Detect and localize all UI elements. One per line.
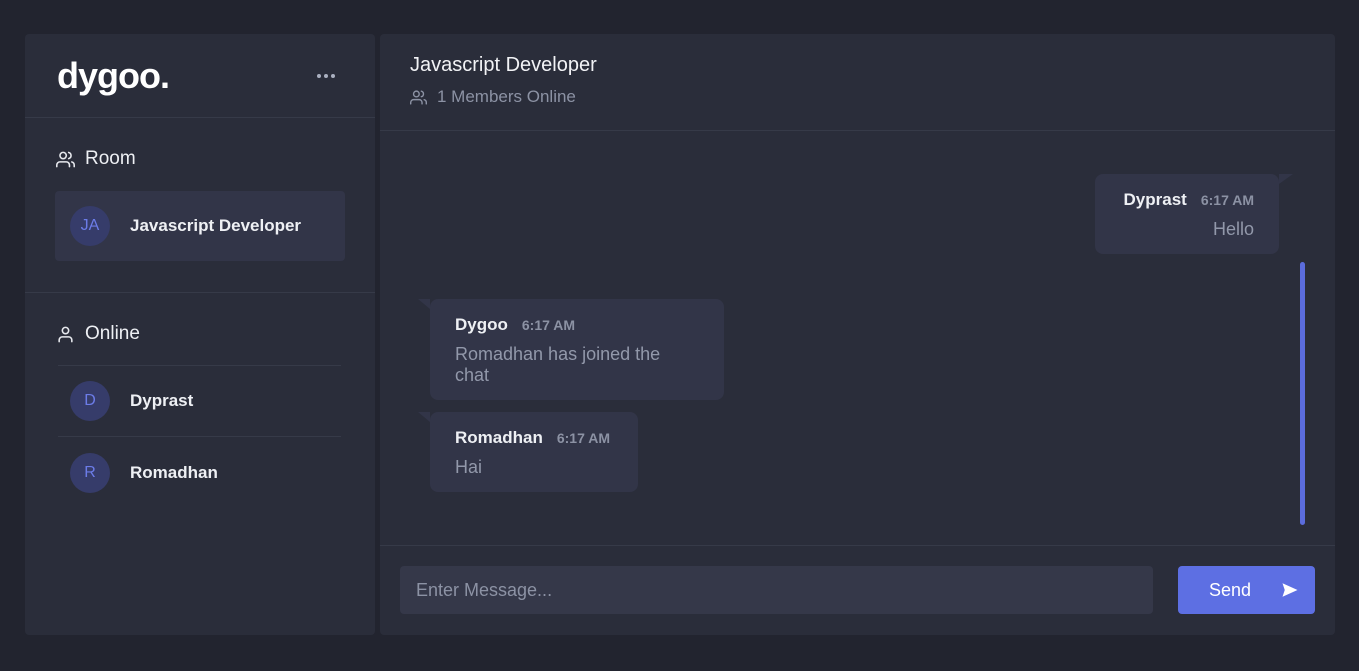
user-item-romadhan[interactable]: R Romadhan xyxy=(58,437,341,508)
scrollbar[interactable] xyxy=(1300,262,1305,525)
send-icon xyxy=(1282,583,1298,597)
room-item-javascript-developer[interactable]: JA Javascript Developer xyxy=(55,191,345,261)
user-name: Dyprast xyxy=(130,391,194,410)
message-text: Romadhan has joined the chat xyxy=(455,344,661,385)
message-input[interactable] xyxy=(400,566,1153,614)
avatar: D xyxy=(70,381,110,421)
users-icon xyxy=(56,151,75,167)
composer: Send xyxy=(380,546,1335,634)
message-time: 6:17 AM xyxy=(1200,192,1254,208)
logo: dygoo. xyxy=(57,54,170,96)
message-author: Romadhan xyxy=(455,428,543,447)
more-icon[interactable] xyxy=(317,68,335,84)
user-icon xyxy=(58,326,73,342)
chat-title: Javascript Developer xyxy=(410,54,597,76)
message-text: Hai xyxy=(455,457,483,477)
online-user-list: D Dyprast R Romadhan xyxy=(58,365,341,508)
avatar: R xyxy=(70,452,110,493)
message-bubble: Dygoo 6:17 AM Romadhan has joined the ch… xyxy=(418,299,724,400)
room-heading-label: Room xyxy=(85,148,136,169)
send-button-label: Send xyxy=(1208,579,1252,600)
members-online-label: 1 Members Online xyxy=(437,87,576,106)
users-icon xyxy=(410,89,427,105)
chat-header: Javascript Developer 1 Members Online xyxy=(380,34,1335,131)
room-section: Room JA Javascript Developer xyxy=(25,118,375,293)
user-item-dyprast[interactable]: D Dyprast xyxy=(58,366,341,437)
chat-panel: Javascript Developer 1 Members Online Dy… xyxy=(380,34,1335,635)
online-heading: Online xyxy=(55,323,341,345)
members-online: 1 Members Online xyxy=(410,87,1305,107)
avatar: JA xyxy=(70,206,110,246)
online-heading-label: Online xyxy=(85,323,140,344)
message-time: 6:17 AM xyxy=(521,317,576,333)
message-text: Hello xyxy=(1212,219,1254,239)
room-item-label: Javascript Developer xyxy=(130,216,302,235)
message-bubble: Dyprast 6:17 AM Hello xyxy=(1095,174,1293,254)
message-bubble: Romadhan 6:17 AM Hai xyxy=(418,412,638,492)
message-time: 6:17 AM xyxy=(556,430,611,446)
message-list[interactable]: Dyprast 6:17 AM Hello Dygoo 6:17 AM Roma… xyxy=(380,131,1335,546)
user-name: Romadhan xyxy=(130,462,218,482)
message-author: Dyprast xyxy=(1123,190,1187,209)
send-button[interactable]: Send xyxy=(1178,566,1315,614)
room-heading: Room xyxy=(55,148,345,170)
sidebar: dygoo. Room JA Javascript Developer Onli… xyxy=(25,34,375,635)
brand-bar: dygoo. xyxy=(25,34,375,118)
online-section: Online D Dyprast R Romadhan xyxy=(25,293,375,508)
message-author: Dygoo xyxy=(455,315,508,334)
